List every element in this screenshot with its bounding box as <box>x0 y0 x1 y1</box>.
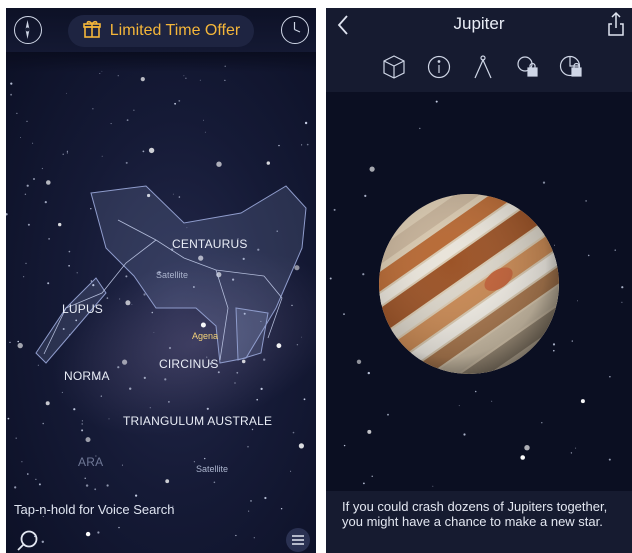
star <box>609 376 611 378</box>
compass-divider-icon[interactable] <box>470 54 496 80</box>
star-label-agena[interactable]: Agena <box>192 331 218 341</box>
star <box>343 444 346 447</box>
star <box>387 413 389 416</box>
star <box>463 433 466 436</box>
label-triangulum-australe[interactable]: TRIANGULUM AUSTRALE <box>123 414 272 428</box>
compass-icon[interactable] <box>14 16 42 44</box>
star <box>367 429 372 434</box>
planet-header: Jupiter <box>326 8 632 92</box>
star <box>371 475 373 477</box>
3d-cube-icon[interactable] <box>381 54 407 80</box>
satellite-label-2[interactable]: Satellite <box>196 464 228 474</box>
star <box>369 166 375 172</box>
star <box>435 100 438 103</box>
star <box>524 445 530 451</box>
star <box>608 458 611 461</box>
page-title: Jupiter <box>453 14 505 33</box>
jupiter-image[interactable] <box>378 193 560 375</box>
constellation-artwork <box>35 185 307 364</box>
star <box>432 485 434 487</box>
label-norma[interactable]: NORMA <box>64 369 110 383</box>
label-centaurus[interactable]: CENTAURUS <box>172 237 248 251</box>
search-icon[interactable] <box>14 528 42 553</box>
info-icon[interactable] <box>426 54 452 80</box>
star <box>520 455 525 460</box>
star <box>621 301 623 303</box>
star <box>585 200 587 202</box>
star <box>580 399 585 404</box>
horizon-band <box>6 52 316 72</box>
gift-icon <box>82 19 102 44</box>
star <box>363 482 365 485</box>
star <box>542 181 546 184</box>
star <box>333 208 336 211</box>
fact-text: If you could crash dozens of Jupiters to… <box>342 499 608 529</box>
star <box>458 405 460 407</box>
centaur-leg-shape <box>235 307 269 361</box>
lupus-wolf-shape <box>35 277 107 364</box>
star <box>570 452 573 454</box>
star <box>621 286 624 289</box>
satellite-label[interactable]: Satellite <box>156 270 188 280</box>
menu-icon[interactable] <box>286 528 310 552</box>
star <box>367 371 370 375</box>
star <box>329 277 332 280</box>
label-circinus[interactable]: CIRCINUS <box>159 357 219 371</box>
star <box>614 249 616 251</box>
offer-label: Limited Time Offer <box>109 22 241 39</box>
star <box>491 400 493 402</box>
fact-panel: If you could crash dozens of Jupiters to… <box>326 491 632 553</box>
label-ara[interactable]: ARA <box>78 455 103 469</box>
star <box>364 194 367 197</box>
time-dial-icon[interactable] <box>281 16 309 44</box>
star <box>343 313 345 315</box>
star <box>571 340 573 342</box>
planet-info-screen: Jupiter If you could crash dozens of Jup… <box>326 8 632 553</box>
sky-view-screen[interactable]: Limited Time Offer CENTAURUS LUPUS NORMA… <box>6 8 316 553</box>
voice-search-hint: Tap-n-hold for Voice Search <box>14 502 175 517</box>
star <box>577 300 578 302</box>
locked-pie-icon[interactable] <box>558 54 584 80</box>
star <box>541 422 543 424</box>
star <box>587 254 590 257</box>
star <box>575 447 577 449</box>
top-bar: Limited Time Offer <box>6 8 316 52</box>
star <box>356 359 362 364</box>
label-lupus[interactable]: LUPUS <box>62 302 103 316</box>
locked-cloud-icon[interactable] <box>514 54 540 80</box>
share-icon[interactable] <box>606 11 626 37</box>
limited-offer-button[interactable]: Limited Time Offer <box>68 15 254 47</box>
star <box>362 273 365 276</box>
star <box>474 390 477 393</box>
star <box>419 127 421 130</box>
